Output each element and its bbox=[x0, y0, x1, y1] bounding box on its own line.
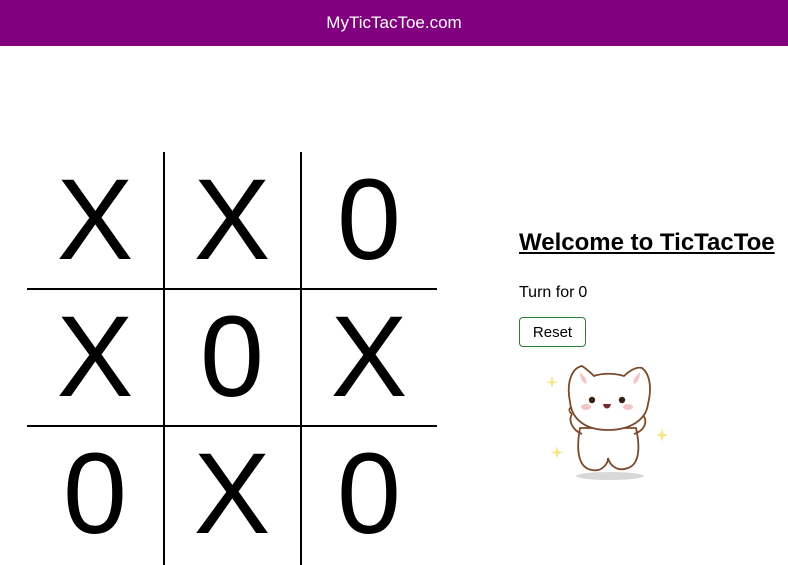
cell-8[interactable]: 0 bbox=[301, 426, 437, 562]
reset-button[interactable]: Reset bbox=[519, 317, 586, 347]
grid-line-horizontal-2 bbox=[27, 425, 437, 427]
cell-7[interactable]: X bbox=[164, 426, 300, 562]
cell-3[interactable]: X bbox=[27, 289, 163, 425]
cat-shadow bbox=[576, 472, 644, 480]
cell-1[interactable]: X bbox=[164, 152, 300, 288]
cat-head bbox=[567, 365, 651, 431]
grid-line-horizontal-1 bbox=[27, 288, 437, 290]
site-title[interactable]: MyTicTacToe.com bbox=[326, 13, 461, 33]
sparkle-icon bbox=[656, 428, 668, 442]
sparkle-icon bbox=[551, 446, 563, 459]
turn-label: Turn for bbox=[519, 284, 575, 301]
info-panel: Welcome to TicTacToe Turn for 0 Reset bbox=[519, 229, 779, 347]
cell-0[interactable]: X bbox=[27, 152, 163, 288]
grid-line-vertical-1 bbox=[163, 152, 165, 565]
game-board: X X 0 X 0 X 0 X 0 bbox=[27, 152, 437, 565]
cat-sticker-icon bbox=[546, 365, 668, 480]
cell-5[interactable]: X bbox=[301, 289, 437, 425]
grid-line-vertical-2 bbox=[300, 152, 302, 565]
cell-4[interactable]: 0 bbox=[164, 289, 300, 425]
cell-2[interactable]: 0 bbox=[301, 152, 437, 288]
turn-indicator: Turn for 0 bbox=[519, 284, 587, 302]
navbar: MyTicTacToe.com bbox=[0, 0, 788, 46]
turn-value: 0 bbox=[578, 284, 588, 301]
cell-6[interactable]: 0 bbox=[27, 426, 163, 562]
sparkle-icon bbox=[546, 376, 558, 388]
welcome-heading: Welcome to TicTacToe bbox=[519, 229, 775, 256]
